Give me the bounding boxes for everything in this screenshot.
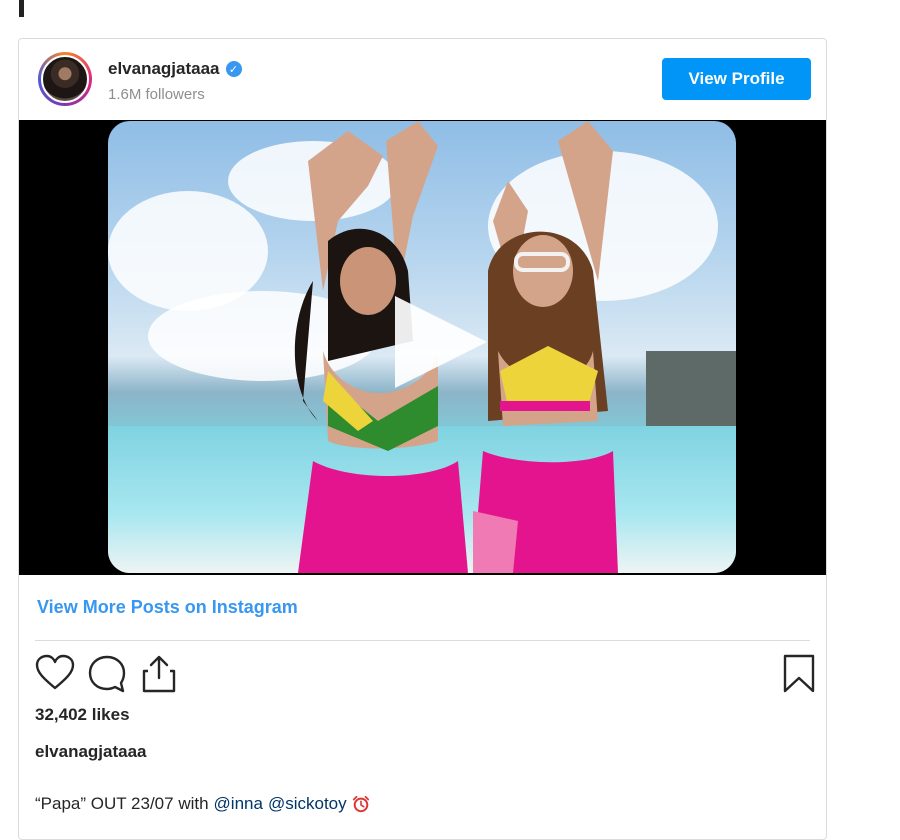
followers-count: 1.6M followers [108, 86, 205, 103]
caption-username[interactable]: elvanagjataaa [35, 742, 147, 762]
share-icon[interactable] [139, 654, 179, 694]
divider [35, 640, 810, 641]
verified-badge-icon: ✓ [225, 61, 242, 77]
play-icon[interactable] [395, 296, 487, 388]
action-bar [35, 654, 815, 694]
mention-sickotoy[interactable]: @sickotoy [268, 794, 347, 814]
likes-count[interactable]: 32,402 likes [35, 705, 130, 725]
mention-inna[interactable]: @inna [214, 794, 263, 814]
post-header: elvanagjataaa ✓ 1.6M followers View Prof… [19, 39, 826, 120]
username[interactable]: elvanagjataaa [108, 59, 220, 79]
avatar-image [41, 55, 89, 103]
alarm-clock-icon [352, 795, 369, 813]
page-edge-bar [19, 0, 24, 17]
instagram-embed-card: elvanagjataaa ✓ 1.6M followers View Prof… [18, 38, 827, 840]
post-caption: “Papa” OUT 23/07 with @inna @sickotoy [35, 794, 370, 814]
bookmark-icon[interactable] [779, 654, 819, 694]
view-profile-button[interactable]: View Profile [662, 58, 811, 100]
username-row: elvanagjataaa ✓ [108, 59, 242, 79]
heart-icon[interactable] [35, 654, 75, 694]
avatar[interactable] [38, 52, 92, 106]
video-media[interactable] [19, 120, 826, 575]
caption-text: “Papa” OUT 23/07 with [35, 794, 209, 813]
view-more-posts-link[interactable]: View More Posts on Instagram [37, 597, 298, 618]
comment-icon[interactable] [87, 654, 127, 694]
